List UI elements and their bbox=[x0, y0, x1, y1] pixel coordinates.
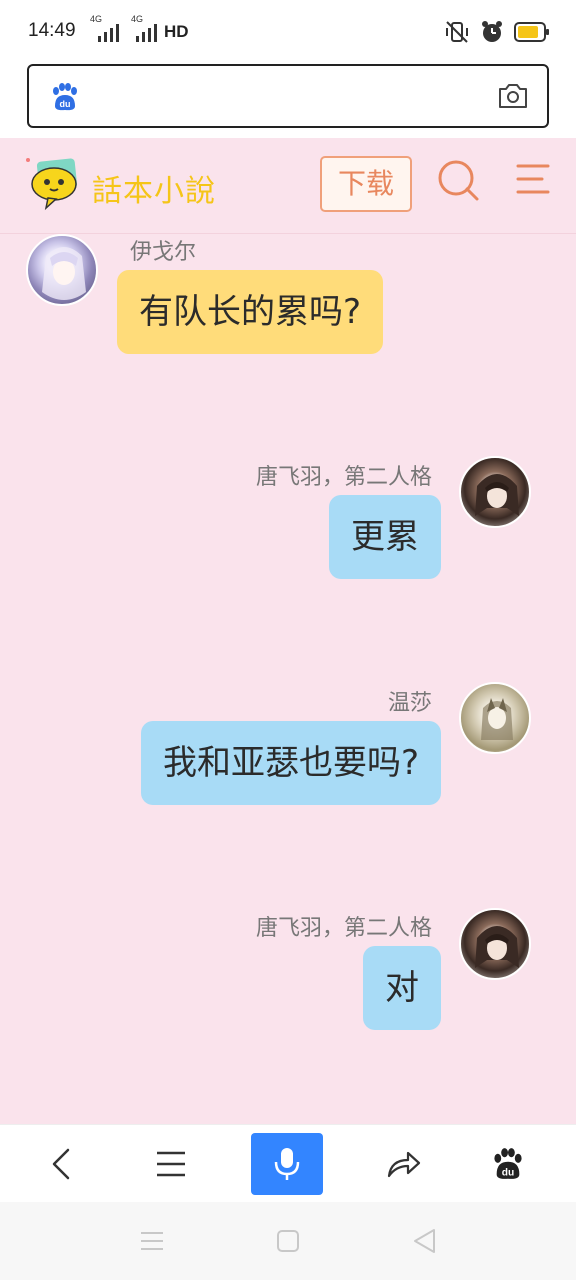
baidu-du-text: du bbox=[60, 99, 71, 109]
hd-label: HD bbox=[164, 22, 189, 41]
search-icon[interactable] bbox=[436, 158, 480, 202]
avatar-tang-feiyu[interactable] bbox=[459, 456, 531, 528]
home-button[interactable] bbox=[273, 1226, 303, 1256]
alarm-icon bbox=[482, 21, 502, 42]
status-icons bbox=[444, 18, 550, 46]
back-triangle-icon bbox=[414, 1229, 435, 1253]
share-button[interactable] bbox=[368, 1133, 440, 1195]
menu-button[interactable] bbox=[135, 1133, 207, 1195]
baidu-du-text: du bbox=[502, 1167, 514, 1178]
recent-apps-icon bbox=[141, 1232, 163, 1250]
avatar-image bbox=[42, 247, 86, 300]
download-button[interactable]: 下载 bbox=[320, 156, 412, 212]
sender-name: 温莎 bbox=[387, 691, 432, 716]
home-icon bbox=[277, 1230, 299, 1252]
back-icon bbox=[52, 1148, 70, 1180]
avatar-image bbox=[481, 698, 513, 740]
sender-name: 唐飞羽，第二人格 bbox=[255, 916, 432, 941]
microphone-icon bbox=[274, 1148, 300, 1180]
message-bubble[interactable]: 更累 bbox=[329, 495, 441, 579]
battery-icon bbox=[514, 22, 549, 42]
baidu-paw-icon[interactable]: du bbox=[49, 82, 79, 112]
avatar-image bbox=[475, 474, 519, 516]
status-time: 14:49 bbox=[28, 20, 76, 41]
baidu-paw-icon: du bbox=[494, 1148, 522, 1179]
hamburger-menu-icon[interactable] bbox=[514, 160, 554, 200]
avatar-windsor[interactable] bbox=[459, 682, 531, 754]
status-bar: 14:49 4G 4G HD bbox=[0, 0, 576, 62]
message-bubble[interactable]: 我和亚瑟也要吗? bbox=[140, 721, 441, 805]
system-nav-bar bbox=[0, 1202, 576, 1280]
chat-thread: 伊戈尔 有队长的累吗? 唐飞羽，第二人格 更累 温莎 我和亚瑟也要吗? 唐飞羽，… bbox=[0, 234, 576, 1124]
logo-icon[interactable] bbox=[24, 154, 84, 214]
message-bubble[interactable]: 对 bbox=[363, 946, 441, 1030]
back-button[interactable] bbox=[27, 1133, 99, 1195]
baidu-home-button[interactable]: du bbox=[472, 1133, 544, 1195]
browser-address-area: du bbox=[0, 62, 576, 138]
vibrate-off-icon bbox=[446, 21, 468, 43]
avatar-igor[interactable] bbox=[26, 234, 98, 306]
recent-apps-button[interactable] bbox=[137, 1226, 167, 1256]
avatar-tang-feiyu[interactable] bbox=[459, 908, 531, 980]
avatar-image bbox=[475, 926, 519, 968]
sender-name: 伊戈尔 bbox=[130, 240, 197, 265]
menu-icon bbox=[157, 1151, 185, 1177]
system-back-button[interactable] bbox=[409, 1226, 439, 1256]
camera-icon[interactable] bbox=[497, 82, 529, 110]
address-bar[interactable]: du bbox=[27, 64, 549, 128]
voice-search-button[interactable] bbox=[251, 1133, 323, 1195]
share-icon bbox=[387, 1151, 421, 1178]
browser-toolbar: du bbox=[0, 1124, 576, 1202]
signal-icon bbox=[98, 24, 119, 42]
sender-name: 唐飞羽，第二人格 bbox=[255, 465, 432, 490]
message-bubble[interactable]: 有队长的累吗? bbox=[117, 270, 384, 354]
signal-icon-2 bbox=[136, 24, 157, 42]
logo-text[interactable]: 話本小說 bbox=[92, 166, 216, 210]
site-header: 話本小說 下载 bbox=[0, 138, 576, 234]
